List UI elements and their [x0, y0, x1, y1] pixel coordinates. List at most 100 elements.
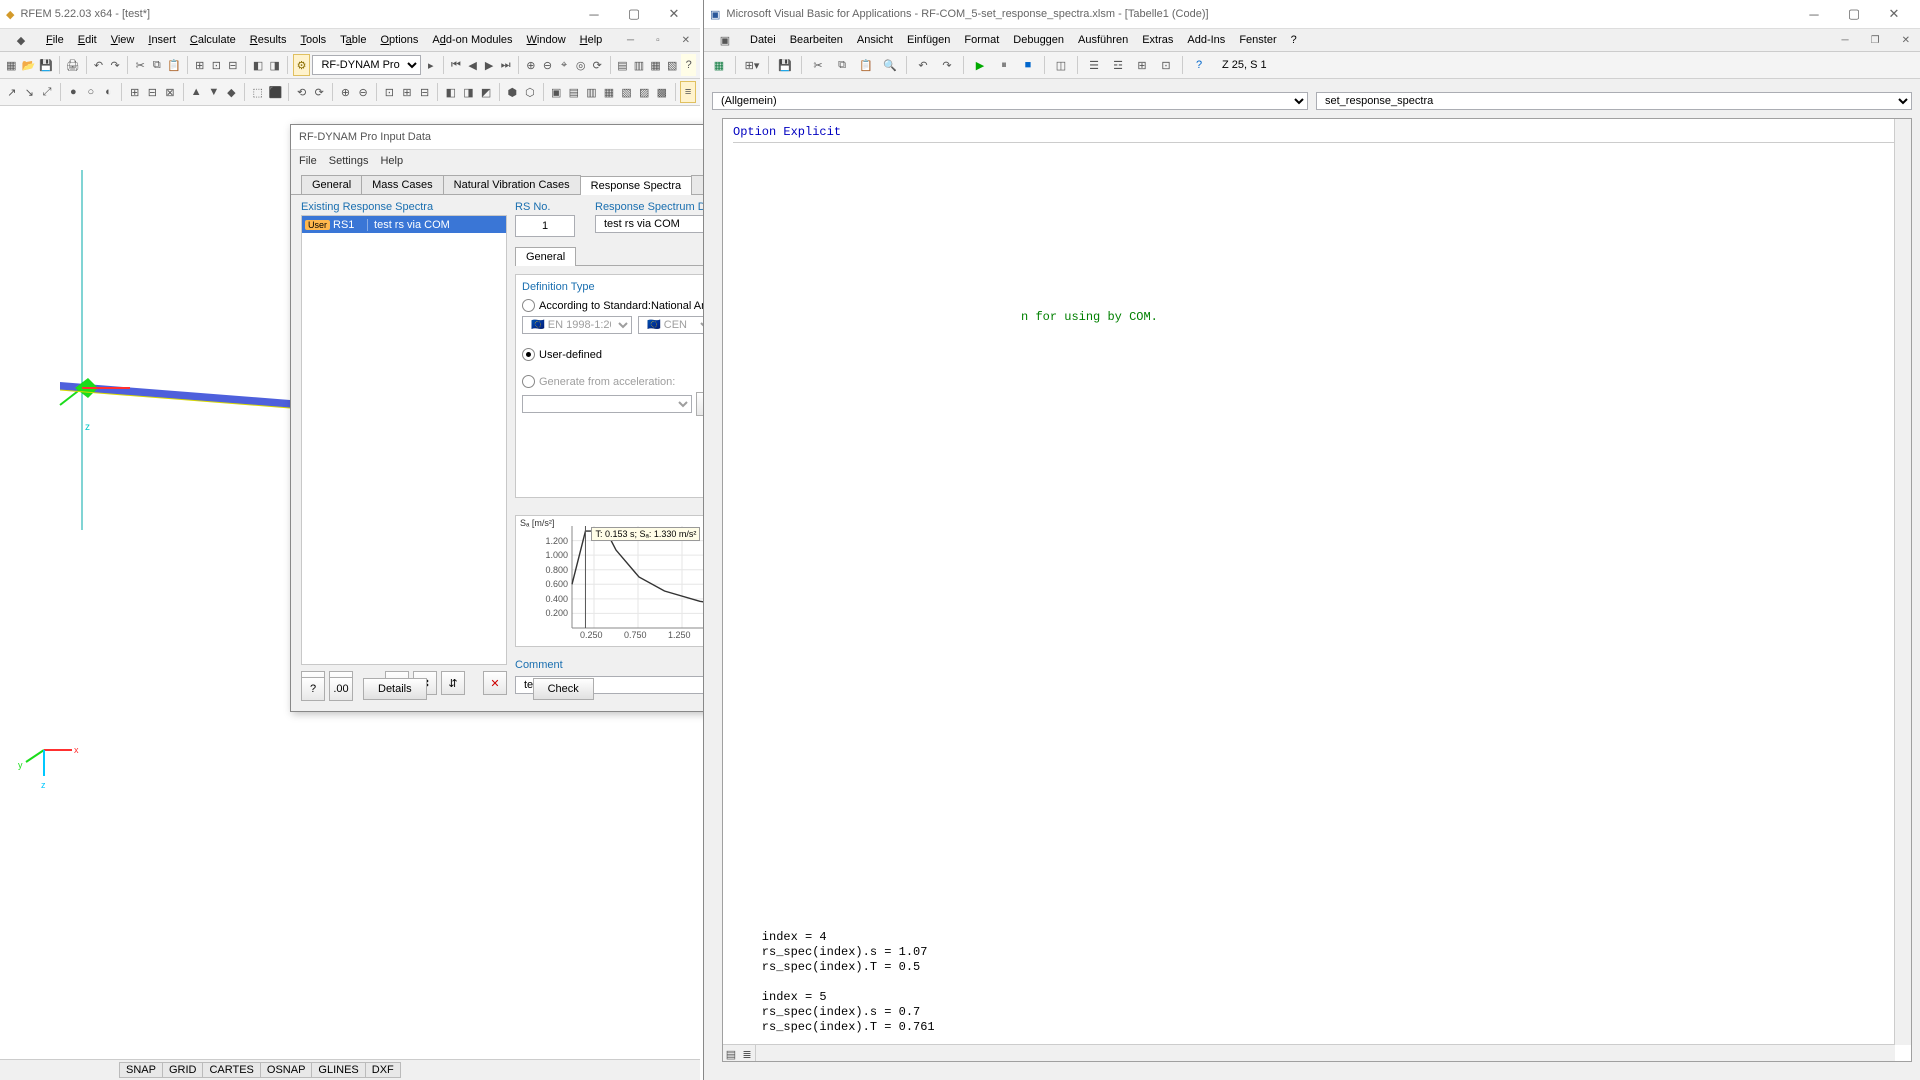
maximize-button[interactable]: ▢	[614, 0, 654, 28]
t2-n-icon[interactable]: ⬛	[267, 81, 283, 103]
close-button[interactable]: ✕	[654, 0, 694, 28]
tb-cut-icon[interactable]: ✂	[133, 54, 148, 76]
status-osnap[interactable]: OSNAP	[260, 1062, 313, 1078]
vba-mdi-close-icon[interactable]: ✕	[1896, 33, 1916, 48]
dlg-menu-file[interactable]: File	[299, 155, 317, 167]
vba-mdi-restore-icon[interactable]: ❐	[1865, 33, 1886, 48]
help-button[interactable]: ?	[301, 677, 325, 701]
rs-list[interactable]: User RS1 test rs via COM	[301, 215, 507, 665]
tb-paste-icon[interactable]: 📋	[166, 54, 182, 76]
tb-save-icon[interactable]: 💾	[38, 54, 54, 76]
t2-o-icon[interactable]: ⟲	[294, 81, 310, 103]
radio-userdef[interactable]	[522, 348, 535, 361]
tab-response-spectra[interactable]: Response Spectra	[580, 176, 693, 195]
menu-window[interactable]: Window	[521, 32, 572, 48]
mdi-max-icon[interactable]: ▫	[650, 33, 666, 48]
tb-y4-icon[interactable]: ▧	[665, 54, 680, 76]
t2-7-icon[interactable]: ▩	[654, 81, 670, 103]
t2-g-icon[interactable]: ⊞	[127, 81, 143, 103]
standard-select[interactable]: 🇪🇺 EN 1998-1:2010	[522, 316, 632, 334]
tb-a-icon[interactable]: ⊞	[192, 54, 207, 76]
vba-mdi-min-icon[interactable]: ─	[1836, 33, 1855, 48]
vba-menu-ansicht[interactable]: Ansicht	[851, 32, 899, 48]
tb-new-icon[interactable]: ▦	[4, 54, 19, 76]
t2-l-icon[interactable]: ◆	[224, 81, 240, 103]
view-proc-icon[interactable]: ▤	[723, 1045, 739, 1062]
tb-nav1-icon[interactable]: ⏮	[449, 54, 464, 76]
t2-q-icon[interactable]: ⊕	[338, 81, 354, 103]
t2-k-icon[interactable]: ▼	[206, 81, 222, 103]
vba-undo-icon[interactable]: ↶	[912, 54, 934, 76]
module-selector[interactable]: RF-DYNAM Pro	[312, 55, 421, 75]
rfem-menu-icon[interactable]: ◆	[4, 27, 38, 53]
vba-proc-combo[interactable]: set_response_spectra	[1316, 92, 1912, 110]
t2-c-icon[interactable]: ⤢	[39, 81, 55, 103]
tb-d-icon[interactable]: ◧	[251, 54, 266, 76]
t2-5-icon[interactable]: ▧	[619, 81, 635, 103]
dlg-menu-help[interactable]: Help	[380, 155, 403, 167]
status-cartes[interactable]: CARTES	[202, 1062, 260, 1078]
t2-3-icon[interactable]: ▥	[584, 81, 600, 103]
status-glines[interactable]: GLINES	[311, 1062, 365, 1078]
tab-general[interactable]: General	[301, 175, 362, 194]
status-grid[interactable]: GRID	[162, 1062, 204, 1078]
t2-p-icon[interactable]: ⟳	[311, 81, 327, 103]
t2-1-icon[interactable]: ▣	[548, 81, 564, 103]
tb-b-icon[interactable]: ⊡	[209, 54, 224, 76]
code-vscroll[interactable]	[1894, 119, 1911, 1045]
vba-menu-debuggen[interactable]: Debuggen	[1007, 32, 1070, 48]
t2-x-icon[interactable]: ◩	[478, 81, 494, 103]
check-button[interactable]: Check	[533, 678, 594, 700]
vba-reset-icon[interactable]: ■	[1017, 54, 1039, 76]
t2-w-icon[interactable]: ◨	[461, 81, 477, 103]
status-dxf[interactable]: DXF	[365, 1062, 401, 1078]
subtab-general[interactable]: General	[515, 247, 576, 266]
tb-nav4-icon[interactable]: ⏭	[498, 54, 513, 76]
vba-menu-format[interactable]: Format	[958, 32, 1005, 48]
t2-6-icon[interactable]: ▨	[636, 81, 652, 103]
menu-table[interactable]: Table	[334, 32, 372, 48]
mdi-close-icon[interactable]: ✕	[676, 33, 696, 48]
tb-x4-icon[interactable]: ◎	[573, 54, 588, 76]
tb-x2-icon[interactable]: ⊖	[540, 54, 555, 76]
tb-c-icon[interactable]: ⊟	[226, 54, 241, 76]
t2-j-icon[interactable]: ▲	[188, 81, 204, 103]
vba-mdi-icon[interactable]: ▣	[708, 27, 742, 53]
vba-redo-icon[interactable]: ↷	[936, 54, 958, 76]
t2-i-icon[interactable]: ⊠	[162, 81, 178, 103]
tb-y1-icon[interactable]: ▤	[615, 54, 630, 76]
vba-object-combo[interactable]: (Allgemein)	[712, 92, 1308, 110]
vba-prop-icon[interactable]: ☲	[1107, 54, 1129, 76]
vba-design-icon[interactable]: ◫	[1050, 54, 1072, 76]
menu-addons[interactable]: Add-on Modules	[426, 32, 518, 48]
code-hscroll[interactable]	[723, 1044, 1895, 1061]
vba-ob-icon[interactable]: ⊞	[1131, 54, 1153, 76]
minimize-button[interactable]: ─	[574, 0, 614, 28]
vba-menu-bearbeiten[interactable]: Bearbeiten	[784, 32, 849, 48]
tb-redo-icon[interactable]: ↷	[108, 54, 123, 76]
t2-d-icon[interactable]: ●	[65, 81, 81, 103]
vba-menu-help[interactable]: ?	[1285, 32, 1303, 48]
tb-help-icon[interactable]: ?	[681, 54, 696, 76]
vba-save-icon[interactable]: 💾	[774, 54, 796, 76]
t2-f-icon[interactable]: ◐	[101, 81, 117, 103]
vba-copy-icon[interactable]: ⧉	[831, 54, 853, 76]
vba-menu-fenster[interactable]: Fenster	[1233, 32, 1282, 48]
tb-go-icon[interactable]: ▸	[423, 54, 438, 76]
units-button[interactable]: .00	[329, 677, 353, 701]
dlg-menu-settings[interactable]: Settings	[329, 155, 369, 167]
tb-copy-icon[interactable]: ⧉	[150, 54, 165, 76]
tb-x3-icon[interactable]: ⌖	[557, 54, 572, 76]
vba-insert-icon[interactable]: ⊞▾	[741, 54, 763, 76]
tb-x5-icon[interactable]: ⟳	[590, 54, 605, 76]
view-full-icon[interactable]: ≣	[739, 1045, 755, 1062]
t2-t-icon[interactable]: ⊞	[399, 81, 415, 103]
menu-calculate[interactable]: Calculate	[184, 32, 242, 48]
vba-help2-icon[interactable]: ?	[1188, 54, 1210, 76]
menu-results[interactable]: Results	[244, 32, 293, 48]
tb-x1-icon[interactable]: ⊕	[524, 54, 539, 76]
tb-nav3-icon[interactable]: ▶	[482, 54, 497, 76]
vba-menu-datei[interactable]: Datei	[744, 32, 782, 48]
tb-nav2-icon[interactable]: ◀	[465, 54, 480, 76]
mdi-min-icon[interactable]: ─	[621, 33, 640, 48]
